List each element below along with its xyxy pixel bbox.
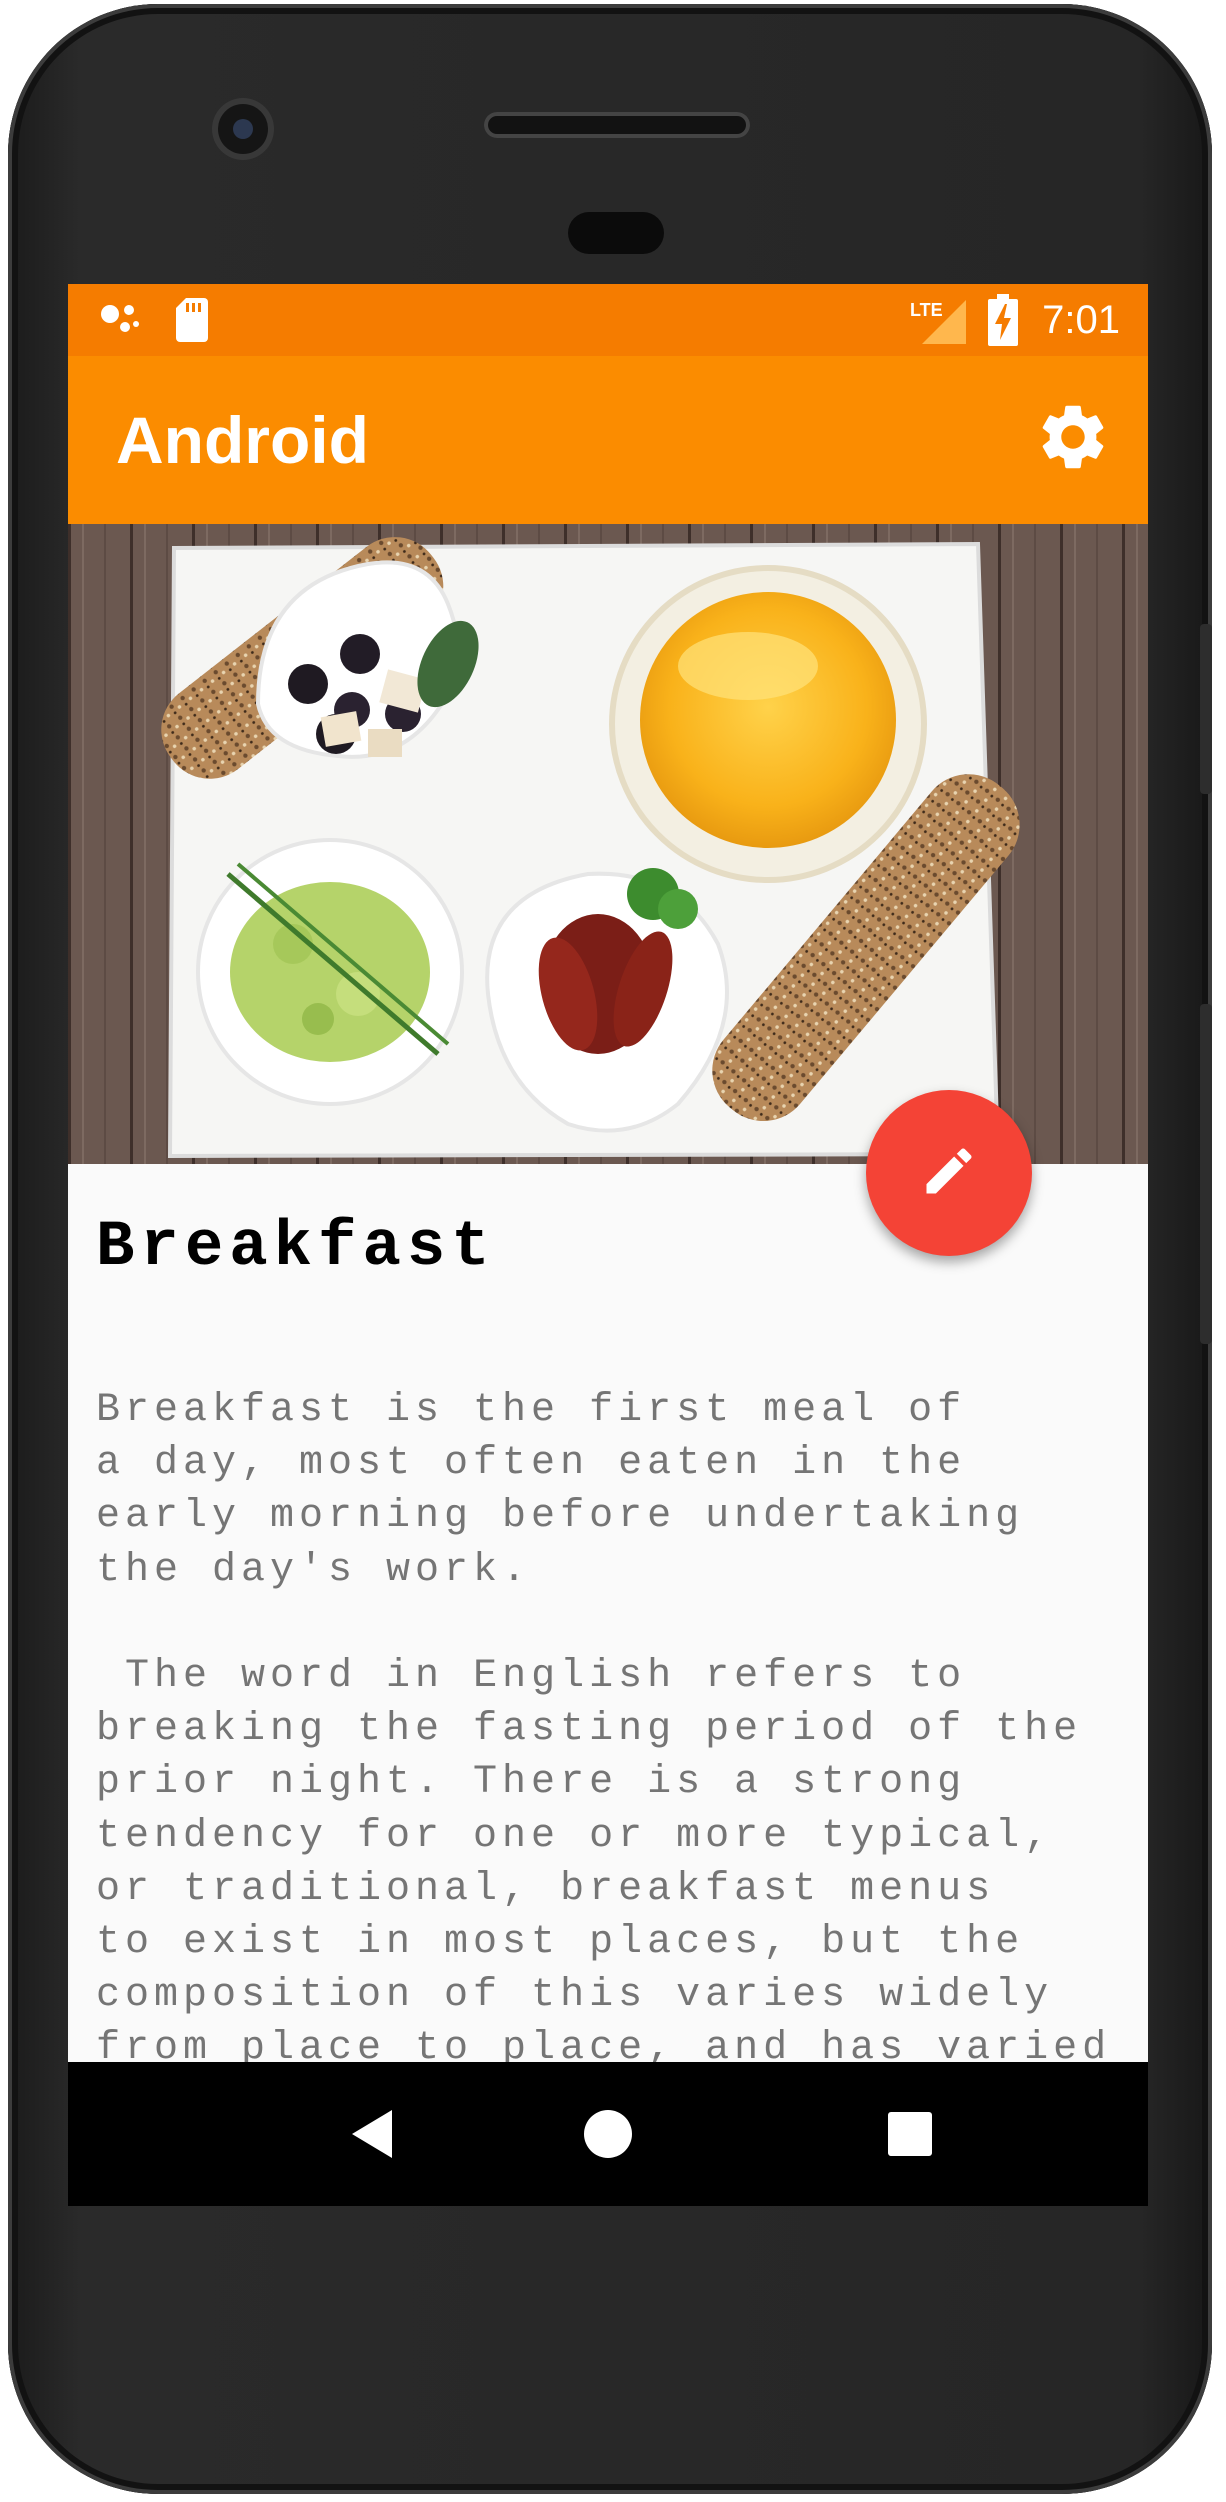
earpiece-speaker xyxy=(484,112,750,138)
sd-card-icon xyxy=(174,296,210,347)
status-time: 7:01 xyxy=(1042,298,1120,342)
lte-signal-icon: LTE xyxy=(910,294,966,349)
volume-rocker xyxy=(1200,1004,1212,1344)
content-title: Breakfast xyxy=(96,1212,496,1284)
app-title: Android xyxy=(116,403,369,477)
back-button[interactable] xyxy=(342,2102,406,2166)
svg-text:LTE: LTE xyxy=(910,300,943,320)
breakfast-plate-photo xyxy=(68,524,1148,1164)
app-bar: Android xyxy=(68,356,1148,524)
back-triangle-icon xyxy=(352,2110,392,2158)
status-bar: LTE 7:01 xyxy=(68,284,1148,356)
recents-button[interactable] xyxy=(878,2102,942,2166)
navigation-bar xyxy=(68,2062,1148,2206)
battery-charging-icon xyxy=(988,294,1018,351)
body-paragraph: Breakfast is the first meal of a day, mo… xyxy=(96,1388,1025,1593)
screen: LTE 7:01 Android Breakfast Breakfast is … xyxy=(68,284,1148,2206)
pencil-icon xyxy=(919,1141,979,1206)
settings-button[interactable] xyxy=(1028,394,1118,484)
power-button xyxy=(1200,624,1212,794)
edit-fab-button[interactable] xyxy=(866,1090,1032,1256)
recents-square-icon xyxy=(888,2112,932,2156)
gear-icon xyxy=(1034,398,1112,481)
front-camera xyxy=(218,104,268,154)
assistant-dots-icon xyxy=(98,300,144,345)
body-paragraph: The word in English refers to breaking t… xyxy=(96,1654,1112,2072)
hero-image xyxy=(68,524,1148,1164)
proximity-sensor xyxy=(568,212,664,254)
home-button[interactable] xyxy=(576,2102,640,2166)
home-circle-icon xyxy=(584,2110,632,2158)
body-text: Breakfast is the first meal of a day, mo… xyxy=(96,1384,1126,2076)
